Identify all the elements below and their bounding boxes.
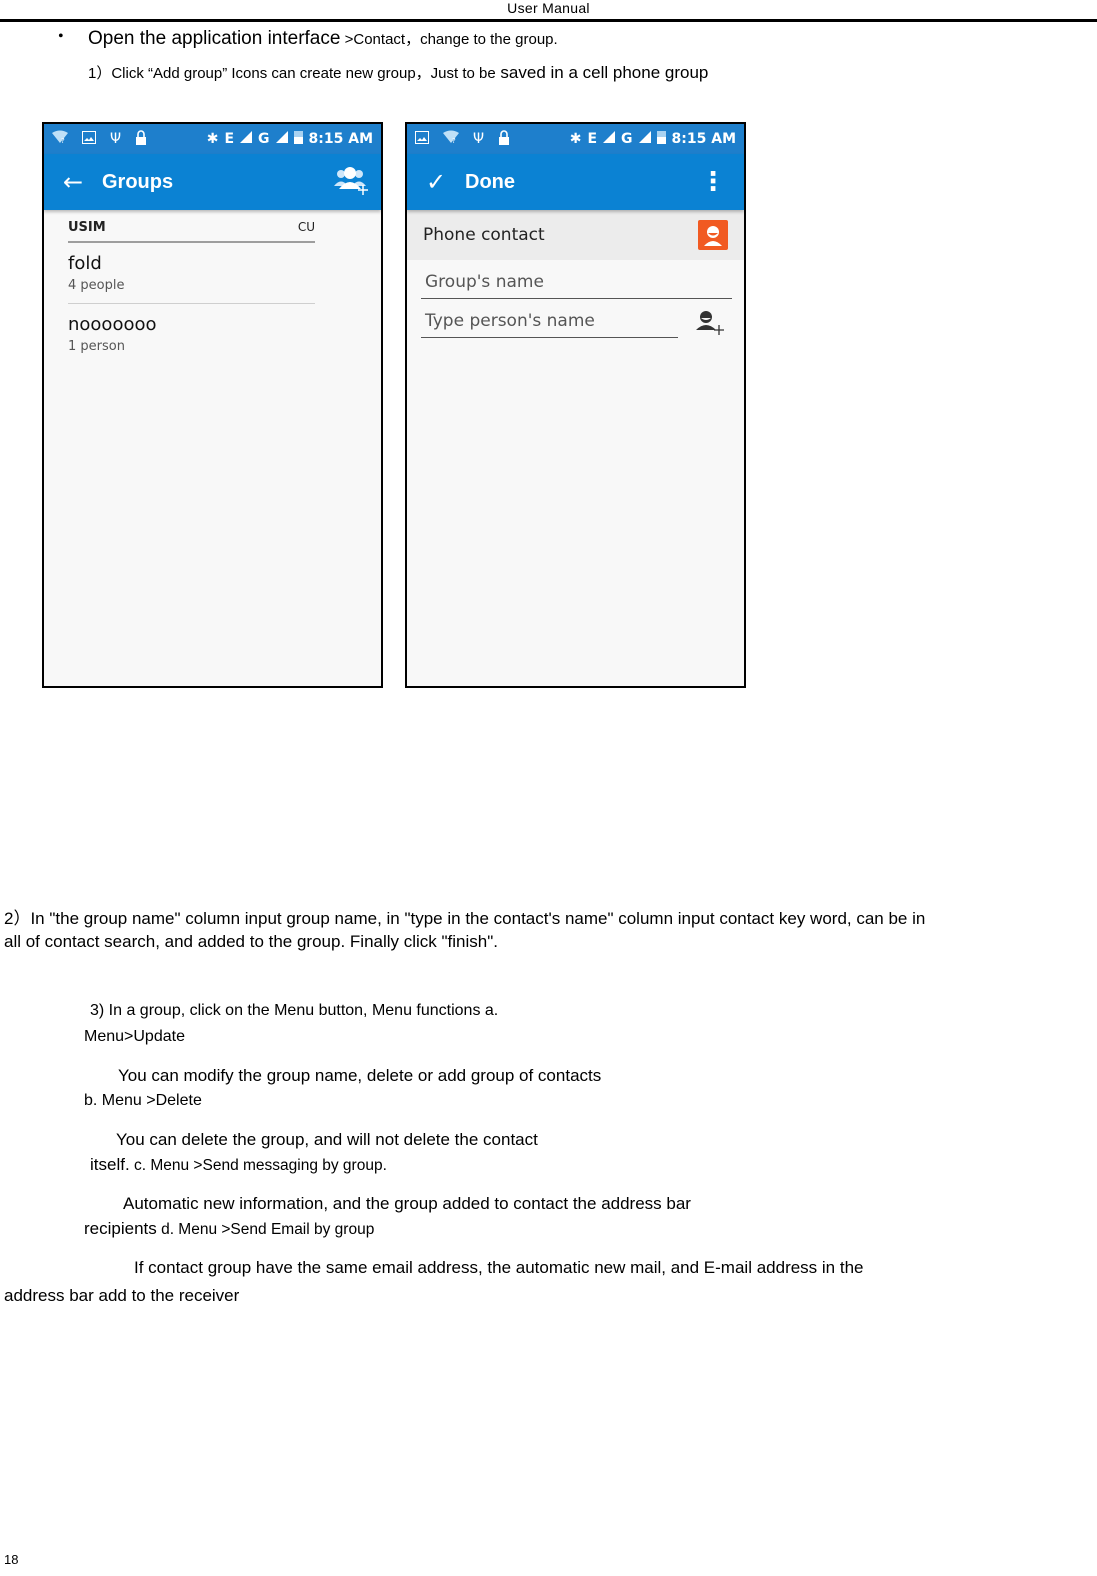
- person-name-row: Type person's name: [407, 299, 744, 338]
- usb-icon: Ψ: [473, 131, 485, 147]
- overflow-menu-icon[interactable]: ⋮: [700, 167, 726, 197]
- step-2-line-2: all of contact search, and added to the …: [4, 932, 499, 951]
- intro-line-2: 1）Click “Add group” Icons can create new…: [88, 62, 708, 83]
- menu-update-title: Menu>Update: [84, 1028, 185, 1045]
- section-label: USIM: [68, 220, 106, 235]
- svg-text:?: ?: [452, 137, 456, 144]
- contact-avatar-icon: [698, 220, 728, 250]
- intro-line-1-main: Open the application interface: [88, 28, 341, 49]
- group-name: nooooooo: [68, 314, 157, 335]
- page-number: 18: [4, 1552, 19, 1567]
- add-person-icon[interactable]: [690, 310, 730, 338]
- header-rule: [0, 19, 1097, 22]
- wifi-question-icon: ?: [52, 130, 68, 148]
- page-title: Groups: [102, 170, 174, 193]
- app-bar: ← Groups: [44, 154, 381, 210]
- done-button[interactable]: Done: [465, 171, 515, 194]
- menu-update-description: You can modify the group name, delete or…: [118, 1066, 602, 1085]
- step-3-line-1: 3) In a group, click on the Menu button,…: [90, 1002, 499, 1019]
- person-name-input[interactable]: Type person's name: [421, 299, 678, 338]
- account-section-header: USIM CU: [68, 210, 315, 243]
- signal-icon: [603, 131, 616, 147]
- group-member-count: 1 person: [68, 339, 125, 354]
- group-name-row: Group's name: [407, 260, 744, 299]
- menu-delete-title: b. Menu >Delete: [84, 1092, 202, 1109]
- menu-send-email-line: recipients d. Menu >Send Email by group: [84, 1219, 374, 1239]
- network-type-e: E: [224, 131, 235, 147]
- section-account: CU: [297, 220, 315, 234]
- intro-line-2-head: 1）Click “Add group” Icons can create new…: [88, 65, 496, 82]
- lock-icon: [135, 129, 147, 149]
- signal-icon: [240, 131, 253, 147]
- network-type-g: G: [621, 131, 633, 147]
- groups-screenshot: ? Ψ ✱ E G 8:15 AM ← Groups USIM CU fold …: [42, 122, 383, 688]
- app-bar: ✓ Done ⋮: [407, 154, 744, 210]
- new-group-screenshot: ? Ψ ✱ E G 8:15 AM ✓ Done ⋮ Phone contact…: [405, 122, 746, 688]
- step-2-line-1: 2）In "the group name" column input group…: [4, 909, 926, 928]
- wifi-question-icon: ?: [443, 130, 459, 148]
- done-check-icon[interactable]: ✓: [407, 168, 465, 196]
- menu-send-email-description-2: address bar add to the receiver: [4, 1286, 240, 1305]
- battery-icon: [656, 130, 666, 148]
- menu-delete-description: You can delete the group, and will not d…: [116, 1130, 538, 1149]
- image-icon: [82, 130, 96, 148]
- bluetooth-icon: ✱: [569, 131, 582, 147]
- status-bar: ? Ψ ✱ E G 8:15 AM: [407, 124, 744, 154]
- back-arrow-icon[interactable]: ←: [44, 168, 102, 196]
- group-list-item[interactable]: nooooooo 1 person: [68, 304, 315, 364]
- send-message-desc-tail: recipients: [84, 1219, 157, 1238]
- menu-send-email-title: d. Menu >Send Email by group: [156, 1221, 375, 1238]
- group-name-input[interactable]: Group's name: [421, 260, 732, 299]
- group-name: fold: [68, 253, 102, 274]
- menu-send-email-description: If contact group have the same email add…: [134, 1258, 864, 1277]
- lock-icon: [498, 129, 510, 149]
- network-type-e: E: [587, 131, 598, 147]
- menu-send-message-line: itself. c. Menu >Send messaging by group…: [90, 1155, 387, 1175]
- intro-line-1-tail: >Contact，change to the group.: [340, 31, 558, 48]
- account-selector[interactable]: Phone contact: [407, 210, 744, 260]
- usb-icon: Ψ: [110, 131, 122, 147]
- network-type-g: G: [258, 131, 270, 147]
- account-label: Phone contact: [423, 225, 545, 245]
- delete-desc-tail: itself.: [90, 1155, 130, 1174]
- status-bar: ? Ψ ✱ E G 8:15 AM: [44, 124, 381, 154]
- battery-icon: [293, 130, 303, 148]
- bluetooth-icon: ✱: [206, 131, 219, 147]
- image-icon: [415, 130, 429, 148]
- intro-line-2-tail: saved in a cell phone group: [495, 63, 709, 82]
- document-header: User Manual: [507, 0, 590, 16]
- intro-line-1: Open the application interface >Contact，…: [88, 28, 558, 50]
- signal-icon: [638, 131, 651, 147]
- menu-send-message-description: Automatic new information, and the group…: [123, 1194, 691, 1213]
- signal-icon: [275, 131, 288, 147]
- clock: 8:15 AM: [671, 131, 736, 147]
- group-list-item[interactable]: fold 4 people: [68, 243, 315, 304]
- group-member-count: 4 people: [68, 278, 125, 293]
- bullet-marker: •: [58, 28, 64, 45]
- clock: 8:15 AM: [308, 131, 373, 147]
- svg-text:?: ?: [61, 137, 65, 144]
- menu-send-message-title: c. Menu >Send messaging by group.: [129, 1157, 387, 1174]
- add-group-icon[interactable]: [333, 165, 369, 199]
